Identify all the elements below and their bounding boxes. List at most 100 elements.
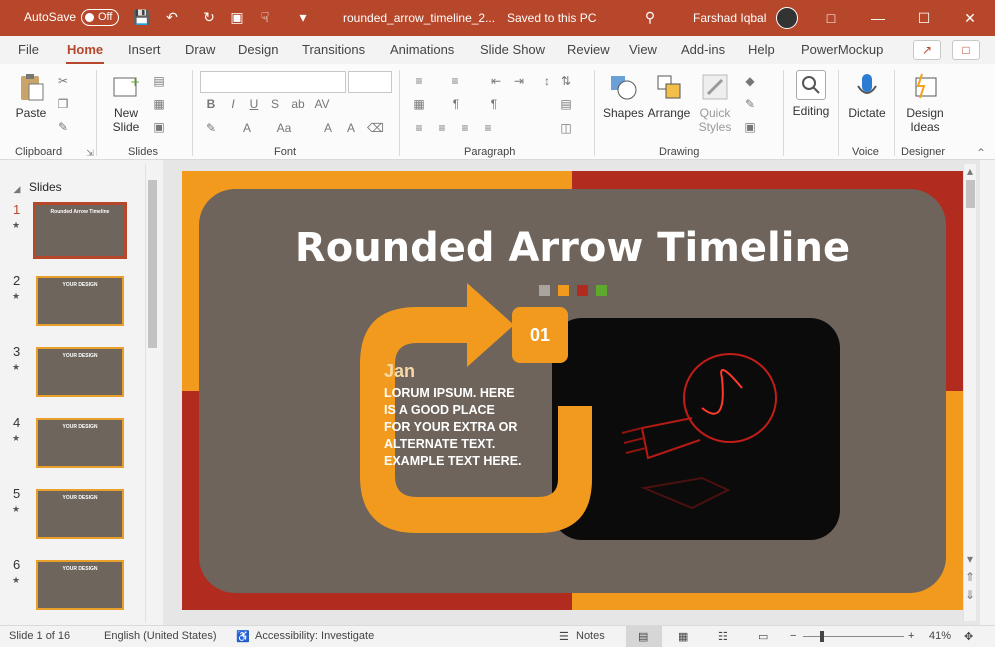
grow-font-icon[interactable]: A: [320, 121, 336, 135]
tab-view[interactable]: View: [629, 42, 657, 57]
tab-insert[interactable]: Insert: [128, 42, 161, 57]
numbering-icon[interactable]: ≡: [447, 74, 463, 88]
slide-thumbnail[interactable]: YOUR DESIGN: [36, 347, 124, 397]
text-direction-icon[interactable]: ⇅: [558, 74, 574, 88]
shrink-font-icon[interactable]: A: [343, 121, 359, 135]
slide-thumbnail[interactable]: YOUR DESIGN: [36, 489, 124, 539]
editor-scrollbar[interactable]: ▴ ▾ ⇑ ⇓: [963, 164, 976, 621]
undo-icon[interactable]: ↶: [163, 8, 181, 26]
shape-effects-icon[interactable]: ▣: [742, 120, 758, 134]
columns-icon[interactable]: ¶: [448, 97, 464, 111]
cut-icon[interactable]: ✂: [55, 74, 71, 88]
collapse-ribbon-icon[interactable]: ⌃: [973, 146, 989, 160]
convert-smartart-icon[interactable]: ◫: [558, 121, 574, 135]
italic-icon[interactable]: I: [225, 97, 241, 111]
rounded-arrow-shape[interactable]: [182, 171, 963, 610]
arrange-button[interactable]: Arrange: [646, 72, 692, 120]
shape-fill-icon[interactable]: ◆: [742, 74, 758, 88]
slide-canvas[interactable]: Rounded Arrow Timeline 01 Jan LORUM IPSU…: [182, 171, 963, 610]
bold-icon[interactable]: B: [203, 97, 219, 111]
change-case-icon[interactable]: Aa: [276, 121, 292, 135]
user-name[interactable]: Farshad Iqbal: [693, 11, 766, 25]
notes-button[interactable]: Notes: [576, 630, 605, 642]
search-icon[interactable]: ⚲: [641, 8, 659, 26]
slide-thumbnail[interactable]: YOUR DESIGN: [36, 276, 124, 326]
slide-thumbnail[interactable]: YOUR DESIGN: [36, 418, 124, 468]
slide-sorter-icon[interactable]: ▦: [678, 630, 688, 643]
fit-to-window-icon[interactable]: ✥: [964, 630, 973, 643]
align-right-icon[interactable]: ≡: [457, 121, 473, 135]
zoom-out-icon[interactable]: −: [790, 630, 796, 642]
font-color-icon[interactable]: A: [239, 121, 255, 135]
zoom-in-icon[interactable]: +: [908, 630, 914, 642]
touch-mode-icon[interactable]: ☟: [256, 8, 274, 26]
slideshow-icon[interactable]: ▭: [758, 630, 768, 643]
justify-icon[interactable]: ≡: [480, 121, 496, 135]
decrease-indent-icon[interactable]: ⇤: [488, 74, 504, 88]
tab-file[interactable]: File: [18, 42, 39, 57]
step-badge[interactable]: 01: [512, 307, 568, 363]
font-size-select[interactable]: [348, 71, 392, 93]
char-spacing-icon[interactable]: AV: [314, 97, 330, 111]
zoom-slider-thumb[interactable]: [820, 631, 824, 642]
tab-design[interactable]: Design: [238, 42, 278, 57]
autosave-toggle[interactable]: Off: [81, 9, 119, 26]
new-slide-button[interactable]: + New Slide: [107, 72, 145, 134]
customize-qat-icon[interactable]: ▾: [294, 8, 312, 26]
next-slide-icon[interactable]: ⇓: [962, 588, 978, 602]
font-name-select[interactable]: [200, 71, 346, 93]
tab-slide-show[interactable]: Slide Show: [480, 42, 545, 57]
scroll-down-icon[interactable]: ▾: [962, 552, 978, 566]
align-center-icon[interactable]: ≡: [434, 121, 450, 135]
save-icon[interactable]: 💾: [133, 8, 151, 26]
copy-icon[interactable]: ❐: [55, 97, 71, 111]
avatar[interactable]: [776, 7, 798, 29]
dictate-button[interactable]: Dictate: [845, 72, 889, 120]
maximize-icon[interactable]: ☐: [901, 0, 947, 36]
tab-home[interactable]: Home: [67, 42, 103, 57]
tab-review[interactable]: Review: [567, 42, 610, 57]
highlight-icon[interactable]: ✎: [203, 121, 219, 135]
scroll-up-icon[interactable]: ▴: [962, 164, 978, 178]
close-icon[interactable]: ✕: [947, 0, 993, 36]
panel-scrollbar[interactable]: [145, 164, 158, 623]
previous-slide-icon[interactable]: ⇑: [962, 570, 978, 584]
format-painter-icon[interactable]: ✎: [55, 120, 71, 134]
accessibility-status[interactable]: Accessibility: Investigate: [255, 630, 374, 642]
design-ideas-button[interactable]: Design Ideas: [900, 72, 950, 134]
collapse-panel-icon[interactable]: ◢: [9, 182, 25, 196]
present-icon[interactable]: ▣: [228, 8, 246, 26]
reset-icon[interactable]: ▦: [151, 97, 167, 111]
save-status[interactable]: Saved to this PC: [507, 11, 596, 25]
zoom-level[interactable]: 41%: [929, 630, 951, 642]
editing-button[interactable]: Editing: [789, 70, 833, 118]
section-icon[interactable]: ▣: [151, 120, 167, 134]
tab-powermockup[interactable]: PowerMockup: [801, 42, 883, 57]
underline-icon[interactable]: U: [246, 97, 262, 111]
slide-thumbnail[interactable]: YOUR DESIGN: [36, 560, 124, 610]
language[interactable]: English (United States): [104, 630, 217, 642]
tab-transitions[interactable]: Transitions: [302, 42, 365, 57]
rtl-icon[interactable]: ¶: [486, 97, 502, 111]
minimize-icon[interactable]: —: [855, 0, 901, 36]
tab-add-ins[interactable]: Add-ins: [681, 42, 725, 57]
month-label[interactable]: Jan: [384, 361, 415, 382]
editor-scrollbar-thumb[interactable]: [966, 180, 975, 208]
body-text[interactable]: LORUM IPSUM. HERE IS A GOOD PLACE FOR YO…: [384, 385, 524, 470]
align-left-icon[interactable]: ≡: [411, 121, 427, 135]
tab-animations[interactable]: Animations: [390, 42, 454, 57]
bullets-icon[interactable]: ≡: [411, 74, 427, 88]
strikethrough-icon[interactable]: S: [267, 97, 283, 111]
smartart-icon[interactable]: ▦: [411, 97, 427, 111]
notes-icon[interactable]: ☰: [559, 630, 569, 643]
tab-draw[interactable]: Draw: [185, 42, 215, 57]
slide-thumbnail[interactable]: Rounded Arrow Timeline: [33, 202, 127, 259]
align-text-icon[interactable]: ▤: [558, 97, 574, 111]
clear-format-icon[interactable]: ⌫: [367, 121, 384, 135]
shapes-button[interactable]: Shapes: [603, 72, 644, 120]
shadow-icon[interactable]: ab: [290, 97, 306, 111]
accessibility-icon[interactable]: ♿: [236, 630, 250, 643]
redo-icon[interactable]: ↻: [200, 8, 218, 26]
quick-styles-button[interactable]: Quick Styles: [693, 72, 737, 134]
paste-button[interactable]: Paste: [13, 72, 49, 120]
